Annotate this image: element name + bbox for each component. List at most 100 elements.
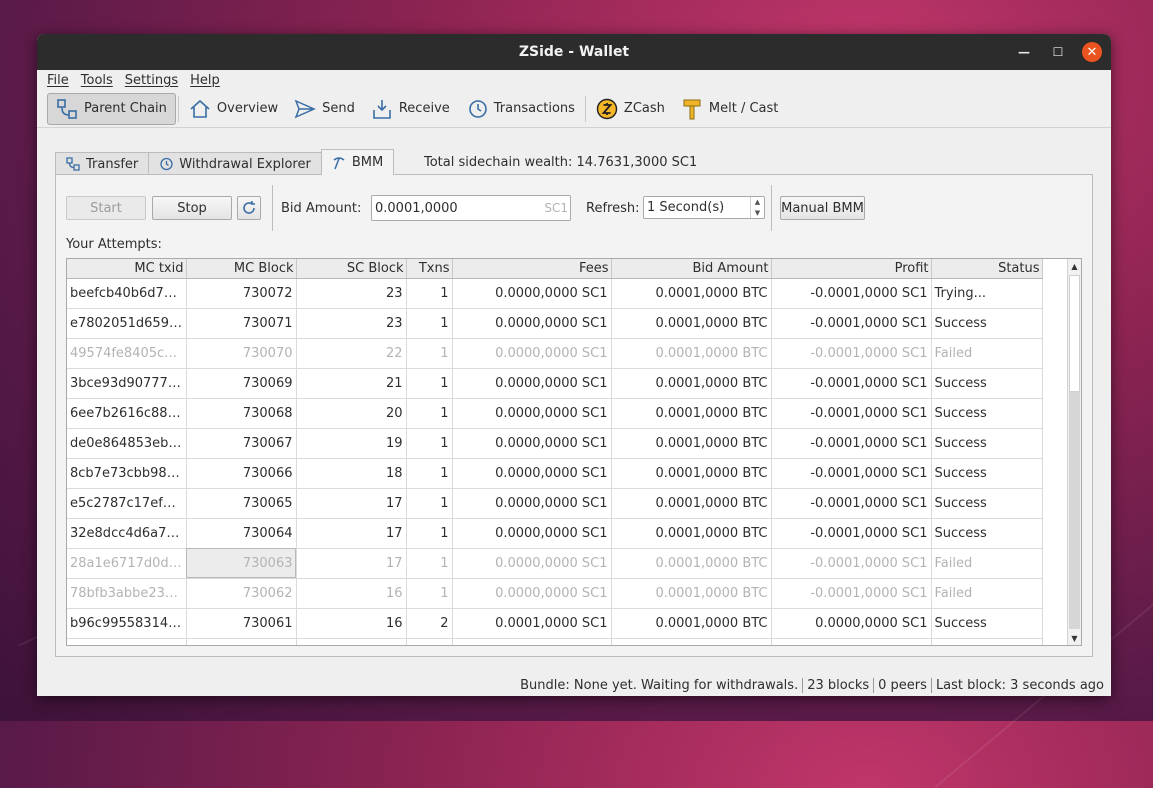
- cell-sc-block[interactable]: 17: [296, 518, 407, 549]
- scroll-up-icon[interactable]: ▲: [1068, 259, 1081, 273]
- cell-profit[interactable]: -0.0001,0000 SC1: [771, 518, 932, 549]
- cell-profit[interactable]: -0.0001,0000 SC1: [771, 398, 932, 429]
- table-row[interactable]: beefcb40b6d77... 730072 23 1 0.0000,0000 SC1…: [67, 278, 1043, 309]
- cell-fees[interactable]: 0.0000,0000 SC1: [452, 398, 612, 429]
- cell-bid-amount[interactable]: 0.0001,0000 BTC: [611, 428, 772, 459]
- refresh-interval-spinbox[interactable]: 1 Second(s) ▲ ▼: [643, 196, 765, 219]
- cell-sc-block[interactable]: 17: [296, 488, 407, 519]
- cell-profit[interactable]: -0.0001,0000 SC1: [771, 428, 932, 459]
- cell-fees[interactable]: 0.0001,0000 SC1: [452, 608, 612, 639]
- cell-mc-block[interactable]: 730062: [186, 578, 297, 609]
- cell-fees[interactable]: 0.0000,0000 SC1: [452, 488, 612, 519]
- transactions-button[interactable]: Transactions: [458, 93, 583, 125]
- receive-button[interactable]: Receive: [363, 93, 458, 125]
- table-row[interactable]: 78bfb3abbe235... 730062 16 1 0.0000,0000 SC1…: [67, 578, 1043, 609]
- title-bar[interactable]: ZSide - Wallet — ☐ ✕: [37, 34, 1111, 70]
- cell-txns[interactable]: 1: [406, 338, 453, 369]
- cell-mc-block[interactable]: 730070: [186, 338, 297, 369]
- cell-sc-block[interactable]: 20: [296, 398, 407, 429]
- cell-txns[interactable]: 2: [406, 608, 453, 639]
- column-header-mc-txid[interactable]: MC txid: [67, 259, 187, 279]
- cell-mc-block[interactable]: 730066: [186, 458, 297, 489]
- cell-mc-block[interactable]: 730061: [186, 608, 297, 639]
- cell-fees[interactable]: 0.0000,0000 SC1: [452, 428, 612, 459]
- column-header-txns[interactable]: Txns: [406, 259, 453, 279]
- cell-status[interactable]: Success: [931, 398, 1043, 429]
- cell-bid-amount[interactable]: 0.0001,0000 BTC: [611, 488, 772, 519]
- column-header-sc-block[interactable]: SC Block: [296, 259, 407, 279]
- table-row[interactable]: [67, 638, 1043, 645]
- cell-status[interactable]: Success: [931, 518, 1043, 549]
- cell-sc-block[interactable]: 16: [296, 608, 407, 639]
- manual-bmm-button[interactable]: Manual BMM: [780, 196, 865, 220]
- cell-sc-block[interactable]: 23: [296, 308, 407, 339]
- cell-mc-block[interactable]: 730068: [186, 398, 297, 429]
- overview-button[interactable]: Overview: [181, 93, 286, 125]
- scrollbar-thumb[interactable]: [1069, 275, 1080, 392]
- cell-txns[interactable]: 1: [406, 398, 453, 429]
- cell-sc-block[interactable]: 17: [296, 548, 407, 579]
- cell-txns[interactable]: [406, 638, 453, 645]
- cell-status[interactable]: [931, 638, 1043, 645]
- table-scrollbar[interactable]: ▲ ▼: [1067, 259, 1081, 645]
- cell-txns[interactable]: 1: [406, 308, 453, 339]
- cell-status[interactable]: Success: [931, 608, 1043, 639]
- column-header-mc-block[interactable]: MC Block: [186, 259, 297, 279]
- cell-fees[interactable]: 0.0000,0000 SC1: [452, 548, 612, 579]
- table-row[interactable]: 3bce93d907777... 730069 21 1 0.0000,0000 SC1…: [67, 368, 1043, 399]
- cell-sc-block[interactable]: 23: [296, 278, 407, 309]
- cell-fees[interactable]: 0.0000,0000 SC1: [452, 278, 612, 309]
- cell-profit[interactable]: -0.0001,0000 SC1: [771, 578, 932, 609]
- cell-profit[interactable]: 0.0000,0000 SC1: [771, 608, 932, 639]
- cell-bid-amount[interactable]: [611, 638, 772, 645]
- cell-mc-block[interactable]: 730065: [186, 488, 297, 519]
- tab-bmm[interactable]: BMM: [320, 149, 395, 175]
- cell-txns[interactable]: 1: [406, 578, 453, 609]
- cell-status[interactable]: Failed: [931, 338, 1043, 369]
- cell-profit[interactable]: -0.0001,0000 SC1: [771, 458, 932, 489]
- cell-sc-block[interactable]: 19: [296, 428, 407, 459]
- cell-mc-block[interactable]: 730072: [186, 278, 297, 309]
- cell-status[interactable]: Failed: [931, 578, 1043, 609]
- cell-profit[interactable]: -0.0001,0000 SC1: [771, 308, 932, 339]
- cell-status[interactable]: Success: [931, 368, 1043, 399]
- cell-mc-txid[interactable]: 8cb7e73cbb98b...: [67, 458, 187, 489]
- stop-button[interactable]: Stop: [152, 196, 232, 220]
- parent-chain-button[interactable]: Parent Chain: [47, 92, 176, 125]
- cell-fees[interactable]: 0.0000,0000 SC1: [452, 368, 612, 399]
- cell-mc-txid[interactable]: b96c99558314a...: [67, 608, 187, 639]
- cell-mc-txid[interactable]: beefcb40b6d77...: [67, 278, 187, 309]
- table-row[interactable]: 49574fe8405cc... 730070 22 1 0.0000,0000 SC1…: [67, 338, 1043, 369]
- cell-mc-txid[interactable]: 6ee7b2616c888...: [67, 398, 187, 429]
- column-header-fees[interactable]: Fees: [452, 259, 612, 279]
- close-icon[interactable]: ✕: [1082, 42, 1102, 62]
- cell-mc-block[interactable]: 730064: [186, 518, 297, 549]
- melt-cast-button[interactable]: Melt / Cast: [673, 93, 786, 125]
- cell-txns[interactable]: 1: [406, 428, 453, 459]
- cell-sc-block[interactable]: [296, 638, 407, 645]
- cell-txns[interactable]: 1: [406, 548, 453, 579]
- menu-help[interactable]: Help: [184, 73, 226, 88]
- cell-mc-block[interactable]: 730069: [186, 368, 297, 399]
- cell-sc-block[interactable]: 21: [296, 368, 407, 399]
- cell-profit[interactable]: [771, 638, 932, 645]
- scroll-down-icon[interactable]: ▼: [1068, 631, 1081, 645]
- cell-bid-amount[interactable]: 0.0001,0000 BTC: [611, 338, 772, 369]
- spin-arrows[interactable]: ▲ ▼: [750, 197, 764, 218]
- menu-tools[interactable]: Tools: [75, 73, 119, 88]
- menu-settings[interactable]: Settings: [119, 73, 184, 88]
- cell-txns[interactable]: 1: [406, 518, 453, 549]
- cell-status[interactable]: Failed: [931, 548, 1043, 579]
- cell-mc-block[interactable]: [186, 638, 297, 645]
- cell-mc-txid[interactable]: [67, 638, 187, 645]
- cell-txns[interactable]: 1: [406, 278, 453, 309]
- cell-mc-txid[interactable]: e5c2787c17ef5c...: [67, 488, 187, 519]
- cell-profit[interactable]: -0.0001,0000 SC1: [771, 338, 932, 369]
- cell-status[interactable]: Success: [931, 308, 1043, 339]
- table-row[interactable]: 6ee7b2616c888... 730068 20 1 0.0000,0000 SC1…: [67, 398, 1043, 429]
- cell-mc-txid[interactable]: e7802051d659a...: [67, 308, 187, 339]
- cell-sc-block[interactable]: 18: [296, 458, 407, 489]
- table-row[interactable]: 32e8dcc4d6a72f... 730064 17 1 0.0000,0000 SC…: [67, 518, 1043, 549]
- cell-profit[interactable]: -0.0001,0000 SC1: [771, 548, 932, 579]
- send-button[interactable]: Send: [286, 93, 363, 125]
